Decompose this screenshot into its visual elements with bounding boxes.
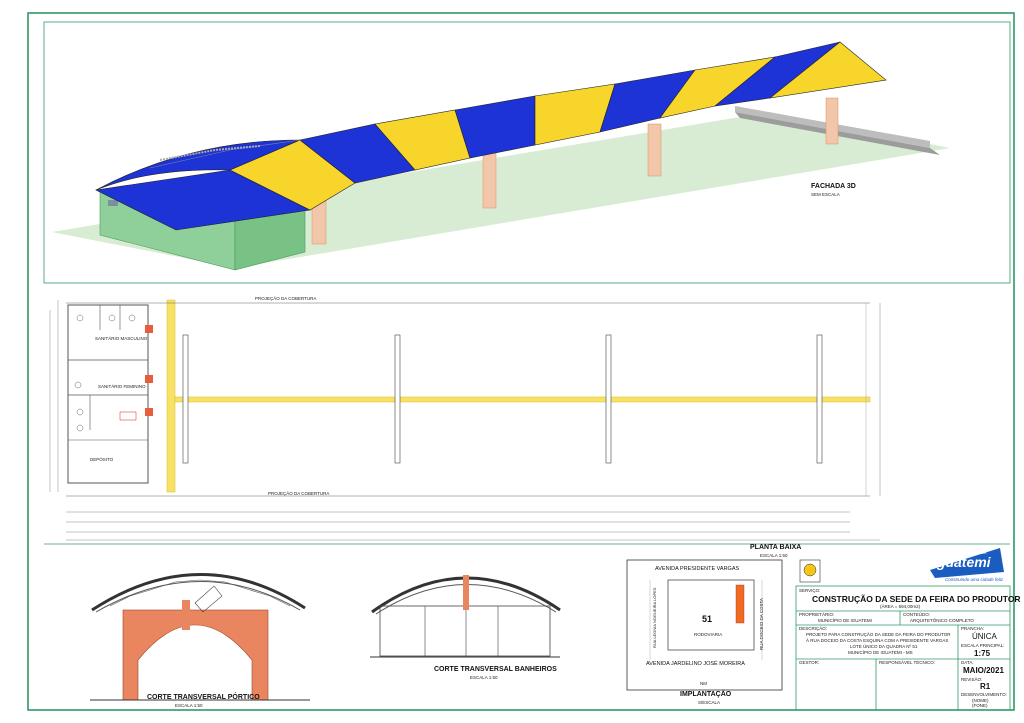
prancha-label: PRANCHA:	[961, 626, 985, 631]
proprietario-value: MUNICÍPIO DE IGUATEMI	[818, 618, 872, 623]
descricao-line-2: À RUA DOCEIO DA COSTA ESQUINA COM A PRES…	[806, 638, 949, 643]
site-subtitle: S/ESCALA	[698, 700, 721, 705]
conteudo-label: CONTEÚDO:	[903, 612, 930, 617]
logo-slogan: Construindo uma cidade feliz	[945, 577, 1004, 582]
site-north: NM	[700, 681, 707, 686]
desenho-label: DESENVOLVIMENTO:	[961, 692, 1007, 697]
facade-subtitle: SEM ESCALA	[811, 192, 840, 197]
gestor-label: GESTOR:	[799, 660, 820, 665]
revisao-value: R1	[980, 682, 991, 691]
descricao-label: DESCRIÇÃO:	[799, 626, 828, 631]
facade-title: FACHADA 3D	[811, 183, 856, 190]
site-street-right: RUA DOCEIO DA COSTA	[759, 598, 764, 650]
prancha-value: ÚNICA	[972, 632, 997, 641]
site-street-left: RUA LEONIA NOGUEIRA LOPES	[652, 587, 657, 648]
logo-name: Iguatemi	[933, 554, 991, 570]
portico-title: CORTE TRANSVERSAL PÓRTICO	[147, 694, 260, 701]
room-masc-label: SANITÁRIO MASCULINO	[95, 336, 148, 341]
data-label: DATA:	[961, 660, 974, 665]
section-portico-view	[90, 573, 310, 701]
site-title: IMPLANTAÇÃO	[680, 691, 732, 698]
banheiros-title: CORTE TRANSVERSAL BANHEIROS	[434, 666, 557, 673]
room-deposito-label: DEPÓSITO	[90, 457, 114, 462]
descricao-line-3: LOTE ÚNICO DA QUADRA Nº 51	[850, 644, 918, 649]
descricao-line-4: MUNICÍPIO DE IGUATEMI - MS	[848, 650, 913, 655]
responsavel-label: RESPONSÁVEL TÉCNICO:	[879, 660, 936, 665]
drawing-sheet: FACHADA 3D SEM ESCALA PROJEÇÃO DA COBERT…	[0, 0, 1024, 723]
desenho-line-2: (FONE)	[972, 703, 988, 708]
site-lot-label: RODOVIARIA	[694, 632, 723, 637]
proprietario-label: PROPRIETÁRIO:	[799, 612, 835, 617]
projection-bottom-label: PROJEÇÃO DA COBERTURA	[268, 491, 330, 496]
servico-value: CONSTRUÇÃO DA SEDE DA FEIRA DO PRODUTOR	[812, 594, 1021, 604]
floor-plan-view	[49, 299, 881, 541]
plan-subtitle: ESCALA 1:50	[760, 553, 788, 558]
section-banheiros-view	[370, 575, 561, 658]
data-value: MAIO/2021	[963, 666, 1004, 675]
room-fem-label: SANITÁRIO FEMININO	[98, 384, 146, 389]
site-street-bottom: AVENIDA JARDELINO JOSÉ MOREIRA	[646, 661, 745, 667]
conteudo-value: ARQUITETÔNICO COMPLETO	[910, 618, 974, 623]
servico-label: SERVIÇO:	[799, 588, 821, 593]
portico-subtitle: ESCALA 1:50	[175, 703, 203, 708]
banheiros-subtitle: ESCALA 1:50	[470, 675, 498, 680]
escala-value: 1:75	[974, 649, 991, 658]
plan-title: PLANTA BAIXA	[750, 544, 802, 551]
descricao-line-1: PROJETO PARA CONSTRUÇÃO DA SEDE DA FEIRA…	[806, 632, 951, 637]
site-street-top: AVENIDA PRESIDENTE VARGAS	[655, 566, 740, 572]
escala-label: ESCALA PRINCIPAL:	[961, 643, 1005, 648]
facade-3d-view	[52, 41, 950, 271]
site-lot-number: 51	[702, 614, 713, 624]
area-value: (ÁREA = 594,00m2)	[880, 604, 921, 609]
projection-top-label: PROJEÇÃO DA COBERTURA	[255, 296, 317, 301]
